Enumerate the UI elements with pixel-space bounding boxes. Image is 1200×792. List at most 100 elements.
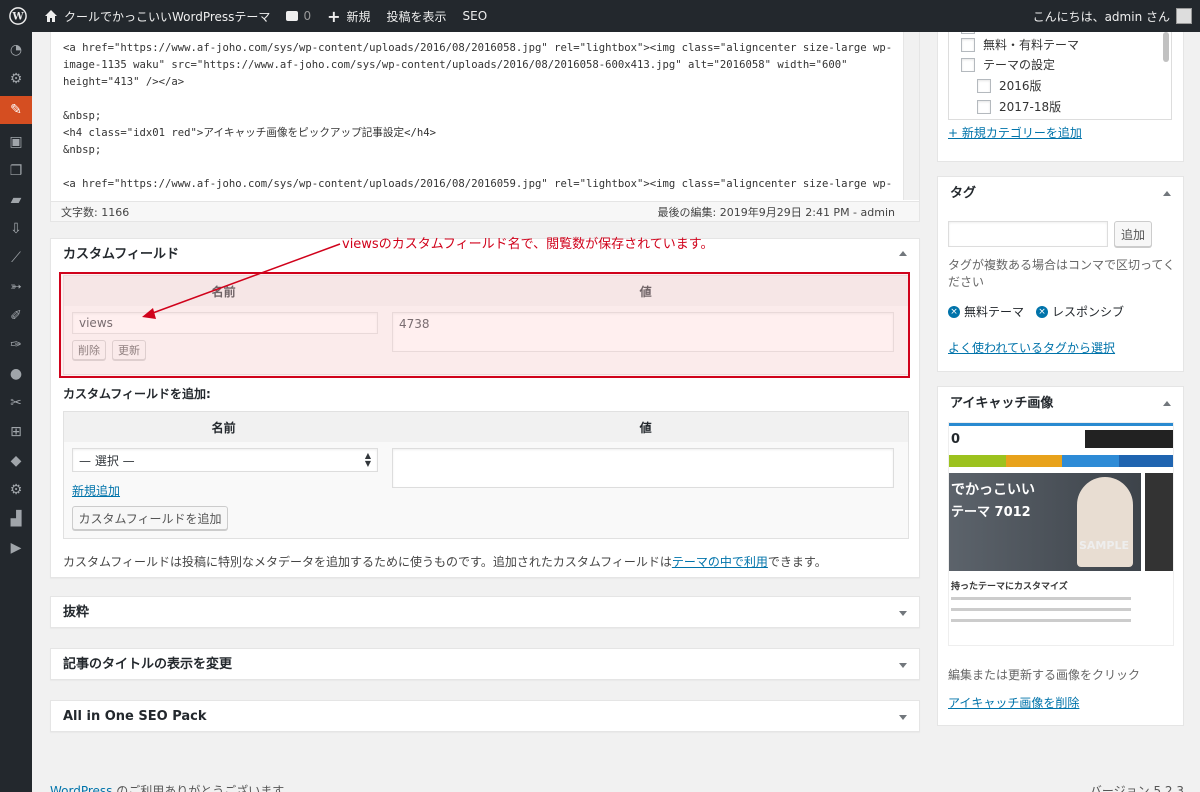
tag-input[interactable]	[948, 221, 1108, 247]
pages-icon[interactable]: ❐	[0, 159, 32, 182]
table-row: — 選択 — ▲ ▼ 新規追加 カスタムフィールドを追加	[64, 442, 908, 538]
checkbox[interactable]	[961, 57, 975, 72]
tag-item: × レスポンシブ	[1036, 303, 1124, 320]
seo-menu[interactable]: SEO	[455, 0, 496, 32]
category-label: 2016版	[999, 79, 1042, 93]
comment-icon	[286, 11, 299, 21]
tools-wrench-icon[interactable]: ✂	[0, 391, 32, 414]
checkbox[interactable]	[977, 78, 991, 93]
plugin-bird-icon[interactable]: ➳	[0, 275, 32, 298]
analytics-icon[interactable]: ⟋	[0, 246, 32, 269]
new-field-link[interactable]: 新規追加	[72, 482, 120, 499]
featured-image-thumbnail[interactable]: 0 でかっこいい テーマ 7012 SAMPLE 持ったテーマにカスタマイズ	[948, 422, 1174, 646]
tag-list: × 無料テーマ × レスポンシブ	[948, 303, 1124, 320]
thumb-topbar: 0	[949, 423, 1173, 453]
popular-tags-link[interactable]: よく使われているタグから選択	[948, 339, 1115, 356]
aioseo-box[interactable]: All in One SEO Pack	[50, 700, 920, 732]
excerpt-box[interactable]: 抜粋	[50, 596, 920, 628]
shield-icon[interactable]: ◆	[0, 449, 32, 472]
add-category-link[interactable]: + 新規カテゴリーを追加	[948, 124, 1082, 141]
checkbox[interactable]	[977, 99, 991, 114]
svg-text:W: W	[11, 12, 24, 23]
add-field-title: カスタムフィールドを追加:	[63, 387, 211, 401]
media-icon[interactable]: ▣	[0, 130, 32, 153]
view-post-link[interactable]: 投稿を表示	[379, 0, 455, 32]
remove-featured-link[interactable]: アイキャッチ画像を削除	[948, 694, 1079, 711]
category-list-scrollbar[interactable]	[1163, 32, 1169, 62]
thumb-person	[1077, 477, 1133, 567]
tags-title[interactable]: タグ	[938, 177, 1183, 211]
thumb-headline: でかっこいい	[951, 482, 1035, 498]
feedback-icon[interactable]: ⇩	[0, 217, 32, 240]
thumb-nav	[949, 455, 1173, 467]
remove-tag-icon[interactable]: ×	[1036, 305, 1049, 318]
comments-icon[interactable]: ▰	[0, 188, 32, 211]
title-display-box[interactable]: 記事のタイトルの表示を変更	[50, 648, 920, 680]
appearance-brush-icon[interactable]: ✐	[0, 304, 32, 327]
thumb-sample-watermark: SAMPLE	[1079, 539, 1129, 552]
category-label: 無料・有料テーマ	[983, 38, 1080, 52]
checkbox[interactable]	[961, 32, 975, 34]
greeting: こんにちは、admin さん	[1032, 9, 1170, 24]
expand-arrow-icon[interactable]	[899, 715, 907, 720]
description-text: カスタムフィールドは投稿に特別なメタデータを追加するために使うものです。追加され…	[63, 555, 672, 569]
category-item[interactable]: 無料・有料テーマ	[961, 36, 1079, 53]
tags-box: タグ 追加 タグが複数ある場合はコンマで区切ってください × 無料テーマ × レスポ…	[937, 176, 1184, 372]
admin-sidebar: ◔ ⚙ ✎ ▣ ❐ ▰ ⇩ ⟋ ➳ ✐ ✑ ● ✂ ⊞ ◆ ⚙ ▟ ▶	[0, 32, 32, 792]
category-item[interactable]: 2016版	[977, 77, 1042, 94]
collapse-arrow-icon[interactable]	[1163, 401, 1171, 406]
expand-arrow-icon[interactable]	[899, 663, 907, 668]
comments-link[interactable]: 0	[278, 0, 319, 32]
site-name-link[interactable]: クールでかっこいいWordPressテーマ	[36, 0, 278, 32]
plugins-icon[interactable]: ✑	[0, 333, 32, 356]
account-menu[interactable]: こんにちは、admin さん	[1025, 0, 1200, 32]
wordpress-link[interactable]: WordPress	[50, 784, 112, 792]
title-display-title: 記事のタイトルの表示を変更	[63, 657, 233, 672]
category-item[interactable]: テーマの設定	[961, 56, 1055, 73]
category-item[interactable]: 2017-18版	[977, 98, 1061, 115]
thumb-headline: テーマ 7012	[951, 505, 1031, 520]
thumb-side	[1145, 473, 1173, 571]
custom-fields-description: カスタムフィールドは投稿に特別なメタデータを追加するために使うものです。追加され…	[63, 553, 827, 570]
wordpress-logo-icon[interactable]: W	[0, 0, 36, 32]
category-item[interactable]	[961, 32, 983, 34]
new-value-textarea[interactable]	[392, 448, 894, 488]
thumb-banner	[1085, 430, 1173, 448]
category-label: テーマの設定	[983, 58, 1056, 72]
footer-text: のご利用ありがとうございます。	[112, 784, 296, 792]
featured-image-box: アイキャッチ画像 0 でかっこいい テーマ 7012 SAMPLE 持ったテーマ…	[937, 386, 1184, 726]
dashboard-icon[interactable]: ◔	[0, 38, 32, 61]
thumb-subheading: 持ったテーマにカスタマイズ	[951, 582, 1068, 592]
excerpt-title: 抜粋	[63, 605, 90, 620]
featured-title[interactable]: アイキャッチ画像	[938, 387, 1183, 421]
footer-thanks: WordPress のご利用ありがとうございます。	[50, 782, 295, 792]
featured-help: 編集または更新する画像をクリック	[948, 668, 1141, 682]
theme-usage-link[interactable]: テーマの中で利用	[672, 555, 768, 569]
users-icon[interactable]: ●	[0, 362, 32, 385]
play-icon[interactable]: ▶	[0, 536, 32, 559]
posts-pin-icon[interactable]: ✎	[0, 96, 32, 124]
thumb-text-lines	[951, 597, 1131, 622]
category-label: 2017-18版	[999, 100, 1062, 114]
checkbox[interactable]	[961, 37, 975, 52]
tags-help: タグが複数ある場合はコンマで区切ってください	[948, 258, 1176, 289]
tag-label: 無料テーマ	[964, 305, 1025, 319]
add-field-table: 名前 値 — 選択 — ▲ ▼ 新規追加 カスタムフィールドを追加	[63, 411, 909, 539]
add-tag-button[interactable]: 追加	[1114, 221, 1152, 247]
settings-icon[interactable]: ⚙	[0, 478, 32, 501]
field-key-select[interactable]: — 選択 — ▲ ▼	[72, 448, 378, 472]
settings-gear-icon[interactable]: ⚙	[0, 67, 32, 90]
expand-arrow-icon[interactable]	[899, 611, 907, 616]
remove-tag-icon[interactable]: ×	[948, 305, 960, 318]
thumb-hero: でかっこいい テーマ 7012 SAMPLE	[949, 473, 1141, 571]
stats-icon[interactable]: ▟	[0, 507, 32, 530]
select-arrows-icon: ▲ ▼	[364, 451, 371, 468]
add-custom-field-button[interactable]: カスタムフィールドを追加	[72, 506, 228, 530]
column-value: 値	[639, 420, 652, 435]
aioseo-title: All in One SEO Pack	[63, 709, 207, 724]
admin-footer: WordPress のご利用ありがとうございます。 バージョン 5.2.3	[50, 782, 1184, 792]
collapse-arrow-icon[interactable]	[1163, 191, 1171, 196]
import-icon[interactable]: ⊞	[0, 420, 32, 443]
new-content-link[interactable]: + 新規	[319, 0, 378, 32]
tag-item: × 無料テーマ	[948, 303, 1024, 320]
